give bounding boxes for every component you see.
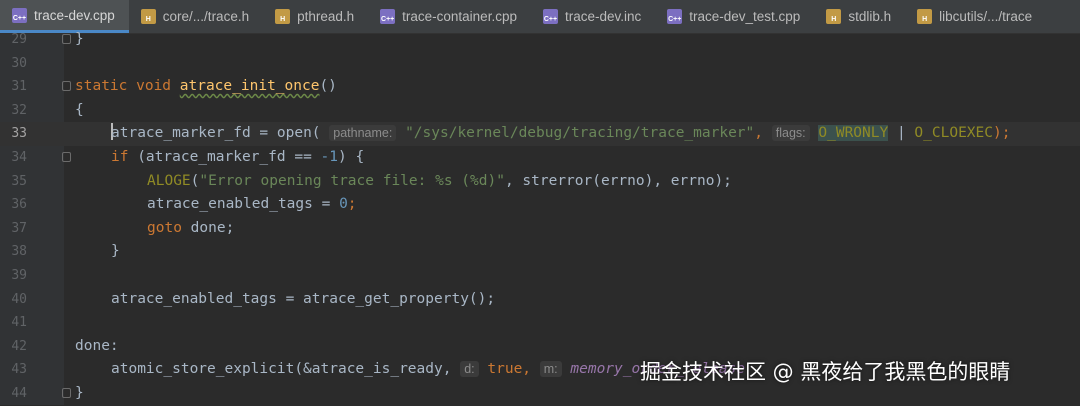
code-text: static void atrace_init_once() xyxy=(75,75,337,99)
header-file-icon: H xyxy=(275,9,291,24)
parameter-hint: m: xyxy=(539,361,562,378)
watermark: 掘金技术社区 @ 黑夜给了我黑色的眼睛 xyxy=(640,360,1011,384)
code-token: () xyxy=(319,78,337,95)
code-line[interactable]: 39 xyxy=(0,264,1080,288)
header-file-icon: H xyxy=(917,9,933,24)
code-line-current[interactable]: 33 atrace_marker_fd = open( pathname: "/… xyxy=(0,122,1080,146)
code-text: goto done; xyxy=(147,217,234,241)
string-literal: "Error opening trace file: %s (%d)" xyxy=(199,172,505,189)
tab-label: trace-container.cpp xyxy=(402,9,517,24)
code-line[interactable]: 32 { xyxy=(0,99,1080,123)
code-token: atrace_enabled_tags = xyxy=(147,196,340,213)
cpp-file-icon: C++ xyxy=(667,9,683,24)
line-number: 35 xyxy=(11,173,27,189)
code-token: ; xyxy=(347,196,357,213)
code-token: , strerror(errno), errno); xyxy=(504,172,732,189)
code-line[interactable]: 30 xyxy=(0,52,1080,76)
line-number: 32 xyxy=(11,102,27,118)
macro-constant: O_CLOEXEC xyxy=(914,125,993,142)
header-file-icon: H xyxy=(826,9,842,24)
macro-name: ALOGE xyxy=(147,172,191,189)
code-text: atrace_marker_fd = open( pathname: "/sys… xyxy=(111,122,1010,146)
code-token: ); xyxy=(993,125,1011,142)
fold-start-icon[interactable] xyxy=(62,81,71,92)
line-number: 33 xyxy=(11,126,27,142)
code-line[interactable]: 42 done: xyxy=(0,335,1080,359)
code-token: atomic_store_explicit(&atrace_is_ready, xyxy=(111,361,461,378)
cpp-file-icon: C++ xyxy=(380,9,396,24)
line-number: 39 xyxy=(11,268,27,283)
code-text: if (atrace_marker_fd == -1) { xyxy=(111,146,364,170)
header-file-icon: H xyxy=(140,9,156,24)
cpp-file-icon: C++ xyxy=(542,9,558,24)
tab-label: trace-dev.inc xyxy=(564,9,642,24)
tab-label: trace-dev.cpp xyxy=(34,7,115,23)
code-line[interactable]: 40 atrace_enabled_tags = atrace_get_prop… xyxy=(0,288,1080,312)
line-number: 42 xyxy=(11,338,27,354)
line-number: 40 xyxy=(11,291,27,307)
fold-end-icon[interactable] xyxy=(62,388,71,398)
code-line[interactable]: 35 ALOGE("Error opening trace file: %s (… xyxy=(0,170,1080,194)
code-line[interactable]: 37 goto done; xyxy=(0,217,1080,241)
code-token: | xyxy=(888,125,915,142)
fold-end-icon[interactable] xyxy=(62,34,71,44)
code-token: ) { xyxy=(338,149,365,165)
line-number: 38 xyxy=(11,244,27,260)
code-token: (atrace_marker_fd == xyxy=(137,149,321,165)
keyword: goto xyxy=(147,219,191,236)
line-number: 34 xyxy=(11,150,27,165)
code-text: ALOGE("Error opening trace file: %s (%d)… xyxy=(147,170,732,194)
code-line[interactable]: 36 atrace_enabled_tags = 0; xyxy=(0,193,1080,217)
code-token: = open( xyxy=(250,125,330,142)
code-text: { xyxy=(75,101,84,118)
function-name: atrace_init_once xyxy=(179,78,320,95)
code-line[interactable]: 31 static void atrace_init_once() xyxy=(0,75,1080,99)
code-text: done: xyxy=(75,337,119,354)
code-text: atrace_enabled_tags = 0; xyxy=(147,193,357,217)
code-line[interactable]: 38 } xyxy=(0,240,1080,264)
line-number: 30 xyxy=(11,55,27,71)
code-text: } xyxy=(111,243,120,260)
code-token: done; xyxy=(190,219,235,236)
macro-constant: O_WRONLY xyxy=(818,125,889,142)
number-literal: 0 xyxy=(339,196,348,213)
tab-label: core/.../trace.h xyxy=(162,9,250,24)
line-number: 36 xyxy=(11,197,27,213)
line-number: 29 xyxy=(11,32,27,47)
code-line[interactable]: 41 xyxy=(0,311,1080,335)
parameter-hint: d: xyxy=(460,361,479,378)
line-number: 31 xyxy=(11,79,27,95)
cpp-file-icon: C++ xyxy=(12,7,27,23)
code-text: atrace_enabled_tags = atrace_get_propert… xyxy=(111,290,496,307)
tab-label: pthread.h xyxy=(297,9,355,24)
code-editor[interactable]: 29 } 30 31 static void atrace_init_once(… xyxy=(0,31,1080,405)
line-number: 44 xyxy=(11,386,27,401)
code-line[interactable]: 29 } xyxy=(0,28,1080,52)
code-token: , xyxy=(522,361,540,378)
variable: atrace_marker_fd xyxy=(111,125,251,142)
string-literal: "/sys/kernel/debug/tracing/trace_marker" xyxy=(405,125,755,142)
line-number: 37 xyxy=(11,220,27,236)
number-literal: -1 xyxy=(320,149,338,165)
code-line[interactable]: 34 if (atrace_marker_fd == -1) { xyxy=(0,146,1080,170)
parameter-hint: pathname: xyxy=(329,125,397,142)
code-text: } xyxy=(75,385,84,401)
line-number: 43 xyxy=(11,362,27,378)
tab-label: trace-dev_test.cpp xyxy=(689,9,801,24)
code-token: , xyxy=(754,125,772,142)
keyword: static void xyxy=(75,78,180,95)
tab-label: stdlib.h xyxy=(848,9,892,24)
code-text: } xyxy=(75,31,84,47)
keyword: if xyxy=(111,149,138,165)
fold-start-icon[interactable] xyxy=(62,152,71,162)
keyword: true xyxy=(487,361,523,378)
parameter-hint: flags: xyxy=(771,125,810,142)
tab-label: libcutils/.../trace xyxy=(939,9,1033,24)
line-number: 41 xyxy=(11,315,27,331)
